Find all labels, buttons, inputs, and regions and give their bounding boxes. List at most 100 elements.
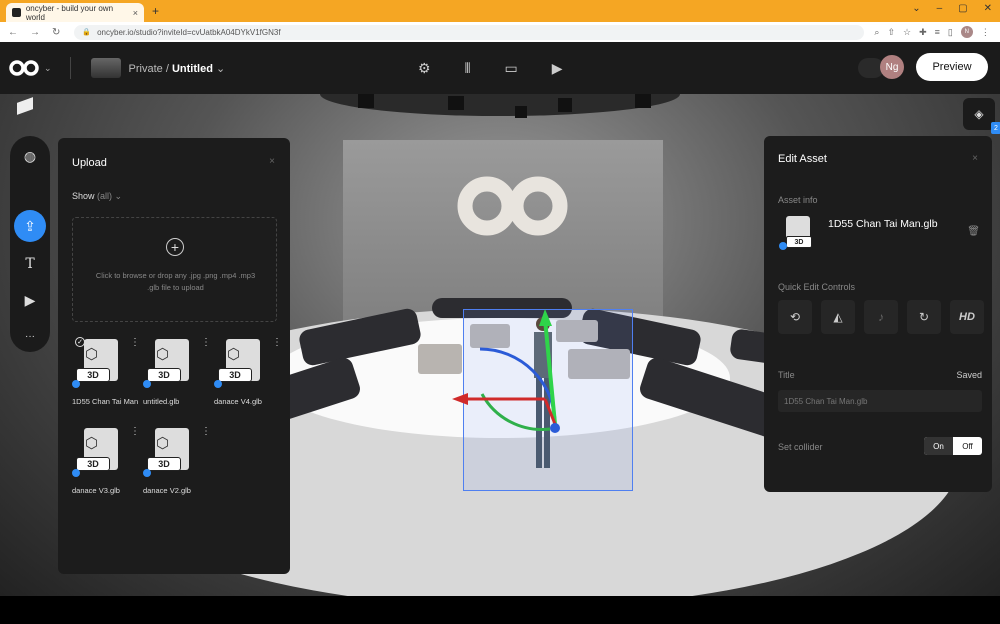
- asset-name: danace V4.glb: [214, 397, 262, 406]
- maximize-icon[interactable]: ▢: [958, 3, 967, 14]
- lock-icon: 🔒: [82, 29, 92, 36]
- layers-icon: ◈: [974, 107, 984, 121]
- replace-asset-icon[interactable]: ⟲: [778, 300, 812, 334]
- edit-asset-panel: Edit Asset × Asset info 3D 1D55 Chan Tai…: [764, 136, 992, 492]
- nav-buttons: ← → ↻: [8, 27, 60, 38]
- rotate-icon[interactable]: ↻: [907, 300, 941, 334]
- asset-type-badge: 3D: [147, 457, 181, 471]
- show-filter[interactable]: Show (all) ⌄: [72, 191, 122, 202]
- settings-gear-icon[interactable]: ⚙: [418, 60, 431, 77]
- show-label: Show: [72, 191, 95, 201]
- oncyber-logo[interactable]: [8, 58, 40, 78]
- side-panel-icon[interactable]: ▯: [948, 27, 953, 38]
- text-icon[interactable]: T: [14, 248, 46, 280]
- asset-menu-icon[interactable]: ⋮: [201, 426, 211, 437]
- forward-icon[interactable]: →: [30, 27, 40, 38]
- upload-icon[interactable]: ⇪: [14, 210, 46, 242]
- more-icon[interactable]: ···: [14, 320, 46, 352]
- asset-menu-icon[interactable]: ⋮: [130, 337, 140, 348]
- verified-icon: [214, 380, 222, 388]
- upload-panel: Upload × Show (all) ⌄ + Click to browse …: [58, 138, 290, 574]
- space-thumbnail: [90, 58, 121, 78]
- address-bar[interactable]: 🔒 oncyber.io/studio?inviteId=cvUatbkA04D…: [74, 24, 865, 40]
- analytics-icon[interactable]: ⫴: [465, 60, 471, 77]
- asset-name: danace V3.glb: [72, 486, 120, 495]
- play-icon[interactable]: ▶: [552, 60, 563, 77]
- title-input[interactable]: 1D55 Chan Tai Man.glb: [778, 390, 982, 412]
- header-tools: ⚙ ⫴ ▭ ▶: [418, 42, 562, 94]
- menu-icon[interactable]: ≡: [935, 27, 940, 37]
- collider-off-option[interactable]: Off: [953, 437, 982, 455]
- flip-icon[interactable]: ◭: [821, 300, 855, 334]
- cube-hexagon-icon: ⬡: [156, 435, 170, 452]
- new-tab-button[interactable]: +: [152, 4, 159, 18]
- verified-icon: [143, 380, 151, 388]
- header-divider: [69, 57, 71, 79]
- back-icon[interactable]: ←: [8, 27, 18, 38]
- kebab-menu-icon[interactable]: ⋮: [981, 27, 990, 38]
- verified-icon: [779, 242, 787, 250]
- asset-type-badge: 3D: [218, 368, 252, 382]
- project-chevron-down-icon[interactable]: ⌄: [216, 63, 225, 75]
- project-name: Untitled: [171, 62, 213, 75]
- quick-edit-label: Quick Edit Controls: [778, 282, 856, 292]
- upload-title: Upload: [72, 157, 107, 169]
- cube-hexagon-icon: ⬡: [227, 346, 241, 363]
- verified-icon: [72, 380, 80, 388]
- bookmark-icon[interactable]: ☆: [903, 27, 911, 38]
- wall-logo: [457, 176, 568, 236]
- project-title[interactable]: Private / Untitled ⌄: [129, 62, 226, 75]
- saved-status: Saved: [956, 370, 982, 380]
- browser-toolbar: ⌕ ⇧ ☆ ✚ ≡ ▯ N ⋮: [874, 26, 990, 38]
- google-lens-icon[interactable]: ⌕: [874, 27, 879, 38]
- minimize-icon[interactable]: –: [937, 3, 943, 14]
- extension-icon[interactable]: ✚: [919, 27, 927, 38]
- edit-close-icon[interactable]: ×: [972, 153, 978, 164]
- asset-type-badge: 3D: [786, 236, 812, 248]
- visibility-label: Private: [128, 62, 163, 75]
- upload-dropzone[interactable]: + Click to browse or drop any .jpg .png …: [72, 217, 277, 322]
- verified-icon: [72, 469, 80, 477]
- hd-icon[interactable]: HD: [950, 300, 984, 334]
- url-text: oncyber.io/studio?inviteId=cvUatbkA04DYk…: [97, 27, 281, 37]
- media-icon[interactable]: ▶: [14, 284, 46, 316]
- asset-type-badge: 3D: [76, 368, 110, 382]
- asset-menu-icon[interactable]: ⋮: [130, 426, 140, 437]
- collider-toggle[interactable]: On Off: [924, 437, 982, 455]
- address-row: ← → ↻ 🔒 oncyber.io/studio?inviteId=cvUat…: [0, 22, 1000, 42]
- delete-trash-icon[interactable]: 🗑: [967, 226, 980, 237]
- logo-chevron-down-icon[interactable]: ⌄: [44, 63, 52, 74]
- sound-icon: ♪: [864, 300, 898, 334]
- user-avatar[interactable]: Ng: [880, 55, 904, 79]
- transform-gizmo[interactable]: [440, 304, 580, 444]
- tab-title: oncyber - build your own world: [25, 3, 114, 22]
- dropzone-text: Click to browse or drop any .jpg .png .m…: [95, 271, 256, 292]
- asset-item[interactable]: ⬡ 3D ⋮ untitled.glb: [143, 337, 211, 409]
- tab-search-icon[interactable]: ⌄: [912, 3, 920, 14]
- collider-on-option[interactable]: On: [924, 437, 953, 455]
- camera-icon[interactable]: ▭: [504, 60, 517, 77]
- show-value: (all): [97, 191, 113, 201]
- asset-item[interactable]: ⬡ 3D ⋮ danace V3.glb: [72, 426, 140, 498]
- share-icon[interactable]: ⇧: [887, 27, 895, 38]
- upload-close-icon[interactable]: ×: [269, 156, 275, 167]
- asset-menu-icon[interactable]: ⋮: [272, 337, 282, 348]
- preview-button[interactable]: Preview: [916, 53, 988, 81]
- asset-item[interactable]: ⬡ 3D ⋮ danace V2.glb: [143, 426, 211, 498]
- show-chevron-down-icon: ⌄: [114, 191, 123, 201]
- asset-name: 1D55 Chan Tai Man.glb: [72, 397, 138, 406]
- asset-item[interactable]: ⬡ 3D ⋮ danace V4.glb: [214, 337, 282, 409]
- asset-menu-icon[interactable]: ⋮: [201, 337, 211, 348]
- reload-icon[interactable]: ↻: [52, 27, 60, 38]
- tab-close-icon[interactable]: ×: [133, 8, 138, 18]
- asset-item[interactable]: ⬡ 3D ⋮ 1D55 Chan Tai Man.glb: [72, 337, 140, 409]
- cube-hexagon-icon: ⬡: [156, 346, 170, 363]
- globe-icon[interactable]: ◍: [14, 140, 46, 172]
- cube-hexagon-icon: ⬡: [85, 346, 99, 363]
- layers-count-badge: 2: [991, 122, 1000, 134]
- window-controls: ⌄ – ▢ ✕: [912, 3, 992, 14]
- browser-tab[interactable]: oncyber - build your own world ×: [6, 3, 144, 22]
- profile-avatar[interactable]: N: [960, 26, 973, 38]
- title-label: Title: [778, 370, 795, 380]
- close-window-icon[interactable]: ✕: [984, 3, 992, 14]
